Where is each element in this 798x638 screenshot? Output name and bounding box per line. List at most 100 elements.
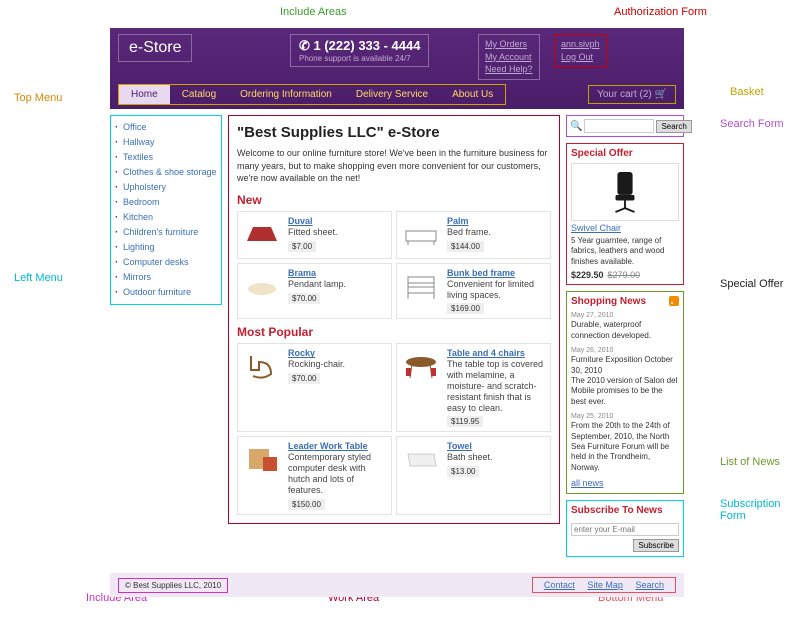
logout-link[interactable]: Log Out: [561, 51, 600, 64]
logo[interactable]: e-Store: [118, 34, 192, 62]
all-news-link[interactable]: all news: [571, 478, 604, 488]
product-card[interactable]: TowelBath sheet. $13.00: [396, 436, 551, 514]
link-need-help[interactable]: Need Help?: [485, 63, 533, 76]
cat-outdoor[interactable]: Outdoor furniture: [123, 287, 191, 297]
product-card[interactable]: Bunk bed frameConvenient for limited liv…: [396, 263, 551, 320]
auth-box: ann.sivph Log Out: [554, 34, 607, 67]
rss-icon[interactable]: [669, 296, 679, 306]
subscribe-heading: Subscribe To News: [571, 505, 679, 516]
product-price: $119.95: [447, 416, 483, 427]
footer-sitemap[interactable]: Site Map: [587, 580, 623, 590]
top-menu: Home Catalog Ordering Information Delive…: [118, 84, 506, 105]
product-card[interactable]: DuvalFitted sheet. $7.00: [237, 211, 392, 259]
cat-kitchen[interactable]: Kitchen: [123, 212, 153, 222]
product-thumb: [401, 268, 441, 306]
product-desc: Bath sheet.: [447, 452, 546, 463]
product-thumb: [401, 441, 441, 479]
product-thumb: [242, 216, 282, 254]
search-form: 🔍 Search: [566, 115, 684, 137]
product-card[interactable]: Leader Work TableContemporary styled com…: [237, 436, 392, 514]
product-link[interactable]: Brama: [288, 268, 387, 278]
link-my-orders[interactable]: My Orders: [485, 38, 533, 51]
product-card[interactable]: Table and 4 chairsThe table top is cover…: [396, 343, 551, 432]
product-card[interactable]: RockyRocking-chair. $70.00: [237, 343, 392, 432]
product-link[interactable]: Duval: [288, 216, 387, 226]
subscribe-input[interactable]: [571, 523, 679, 536]
product-link[interactable]: Towel: [447, 441, 546, 451]
header-links: My Orders My Account Need Help?: [478, 34, 540, 80]
news-box: Shopping News May 27, 2010Durable, water…: [566, 291, 684, 494]
product-price: $144.00: [447, 241, 484, 252]
copyright: © Best Supplies LLC, 2010: [118, 578, 228, 593]
news-item: May 26, 2010Furniture Exposition October…: [571, 346, 679, 407]
news-item: May 27, 2010Durable, waterproof connecti…: [571, 311, 679, 341]
cat-office[interactable]: Office: [123, 122, 146, 132]
menu-home[interactable]: Home: [119, 85, 170, 104]
basket[interactable]: Your cart (2): [588, 85, 676, 104]
header: e-Store 1 (222) 333 - 4444 Phone support…: [110, 28, 684, 109]
cat-mirrors[interactable]: Mirrors: [123, 272, 151, 282]
product-thumb: [242, 268, 282, 306]
cat-computer-desks[interactable]: Computer desks: [123, 257, 189, 267]
bottom-menu: Contact Site Map Search: [532, 577, 676, 593]
auth-username: ann.sivph: [561, 38, 600, 51]
product-link[interactable]: Rocky: [288, 348, 387, 358]
search-button[interactable]: Search: [656, 120, 691, 133]
annotation-news: List of News: [720, 456, 780, 468]
subscribe-box: Subscribe To News Subscribe: [566, 500, 684, 557]
product-price: $70.00: [288, 373, 320, 384]
store-container: e-Store 1 (222) 333 - 4444 Phone support…: [110, 28, 684, 597]
phone-subtext: Phone support is available 24/7: [299, 54, 420, 63]
product-thumb: [401, 348, 441, 386]
cat-textiles[interactable]: Textiles: [123, 152, 153, 162]
product-link[interactable]: Palm: [447, 216, 546, 226]
intro-text: Welcome to our online furniture store! W…: [237, 147, 551, 185]
left-menu: Office Hallway Textiles Clothes & shoe s…: [110, 115, 222, 305]
chair-icon: [606, 168, 644, 216]
menu-delivery[interactable]: Delivery Service: [344, 85, 440, 104]
section-new: New: [237, 193, 551, 207]
cat-bedroom[interactable]: Bedroom: [123, 197, 160, 207]
search-input[interactable]: [584, 119, 654, 133]
product-desc: Fitted sheet.: [288, 227, 387, 238]
product-price: $13.00: [447, 466, 479, 477]
product-card[interactable]: PalmBed frame. $144.00: [396, 211, 551, 259]
product-price: $7.00: [288, 241, 316, 252]
product-desc: Contemporary styled computer desk with h…: [288, 452, 387, 495]
annotation-auth-form: Authorization Form: [614, 6, 707, 18]
product-thumb: [401, 216, 441, 254]
section-popular: Most Popular: [237, 325, 551, 339]
product-link[interactable]: Table and 4 chairs: [447, 348, 546, 358]
footer-contact[interactable]: Contact: [544, 580, 575, 590]
annotation-special-offer: Special Offer: [720, 278, 783, 290]
product-thumb: [242, 348, 282, 386]
cat-lighting[interactable]: Lighting: [123, 242, 155, 252]
product-price: $70.00: [288, 293, 320, 304]
subscribe-button[interactable]: Subscribe: [633, 539, 679, 552]
cat-clothes[interactable]: Clothes & shoe storage: [123, 167, 217, 177]
product-link[interactable]: Bunk bed frame: [447, 268, 546, 278]
page-title: "Best Supplies LLC" e-Store: [237, 124, 551, 141]
menu-catalog[interactable]: Catalog: [170, 85, 228, 104]
product-price: $150.00: [288, 499, 325, 510]
annotation-left-menu: Left Menu: [14, 272, 63, 284]
product-link[interactable]: Leader Work Table: [288, 441, 387, 451]
cat-upholstery[interactable]: Upholstery: [123, 182, 166, 192]
product-card[interactable]: BramaPendant lamp.$70.00: [237, 263, 392, 320]
phone-box: 1 (222) 333 - 4444 Phone support is avai…: [290, 34, 429, 67]
footer-search[interactable]: Search: [635, 580, 664, 590]
link-my-account[interactable]: My Account: [485, 51, 533, 64]
footer: © Best Supplies LLC, 2010 Contact Site M…: [110, 573, 684, 597]
menu-about[interactable]: About Us: [440, 85, 505, 104]
special-offer: Special Offer Swivel Chair 5 Year guarnt…: [566, 143, 684, 285]
product-price: $169.00: [447, 303, 484, 314]
phone-number: 1 (222) 333 - 4444: [299, 38, 420, 54]
product-desc: Rocking-chair.: [288, 359, 387, 370]
special-link[interactable]: Swivel Chair: [571, 223, 679, 233]
search-icon: 🔍: [570, 121, 582, 132]
special-desc: 5 Year guarntee, range of fabrics, leath…: [571, 236, 679, 267]
product-desc: Bed frame.: [447, 227, 546, 238]
cat-hallway[interactable]: Hallway: [123, 137, 155, 147]
menu-ordering[interactable]: Ordering Information: [228, 85, 344, 104]
cat-children[interactable]: Children's furniture: [123, 227, 198, 237]
